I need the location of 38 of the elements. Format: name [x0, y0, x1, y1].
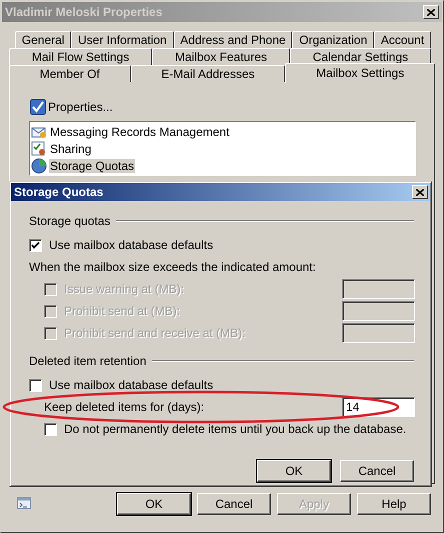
check-icon	[30, 99, 46, 115]
tab[interactable]: Member Of	[9, 65, 131, 82]
group-label: Storage quotas	[29, 214, 110, 228]
checkbox-label: Do not permanently delete items until you back up the database.	[64, 422, 406, 436]
checkbox-label: Use mailbox database defaults	[49, 378, 214, 392]
close-icon	[427, 8, 435, 16]
checkbox[interactable]	[44, 422, 57, 436]
checkbox[interactable]	[29, 378, 42, 392]
checkbox[interactable]	[29, 238, 42, 252]
checkbox-label: Use mailbox database defaults	[49, 238, 214, 252]
tab[interactable]: Organization	[292, 31, 374, 48]
dialog-button[interactable]: OK	[257, 460, 331, 482]
close-button[interactable]	[423, 5, 439, 19]
tab[interactable]: Mail Flow Settings	[9, 48, 152, 65]
tab[interactable]: Account	[374, 31, 431, 48]
console-icon	[17, 497, 32, 511]
properties-button[interactable]: Properties...	[29, 98, 114, 116]
close-button[interactable]	[412, 185, 428, 199]
list-item[interactable]: Messaging Records Management	[49, 124, 230, 138]
tab[interactable]: General	[15, 31, 72, 48]
pie-chart-icon	[31, 158, 47, 174]
group-label: Deleted item retention	[29, 354, 146, 368]
field-label: Keep deleted items for (days):	[44, 400, 204, 414]
dialog-title: Storage Quotas	[14, 185, 104, 199]
dialog-button[interactable]: Cancel	[340, 460, 414, 482]
list-item[interactable]: Sharing	[49, 142, 92, 156]
instruction-text: When the mailbox size exceeds the indicated amount:	[29, 260, 316, 274]
close-icon	[416, 188, 424, 196]
list-item[interactable]: Storage Quotas	[49, 158, 136, 172]
tab[interactable]: User Information	[71, 31, 174, 48]
dialog-button[interactable]: Cancel	[197, 493, 271, 515]
tab[interactable]: Mailbox Features	[152, 48, 290, 65]
tab[interactable]: E-Mail Addresses	[130, 65, 286, 82]
window-title: Vladimir Meloski Properties	[5, 5, 164, 19]
tab[interactable]: Address and Phone	[174, 31, 292, 48]
dialog-button[interactable]: OK	[117, 493, 191, 515]
tab[interactable]: Mailbox Settings	[285, 63, 435, 83]
dialog-button[interactable]: Help	[357, 493, 431, 515]
